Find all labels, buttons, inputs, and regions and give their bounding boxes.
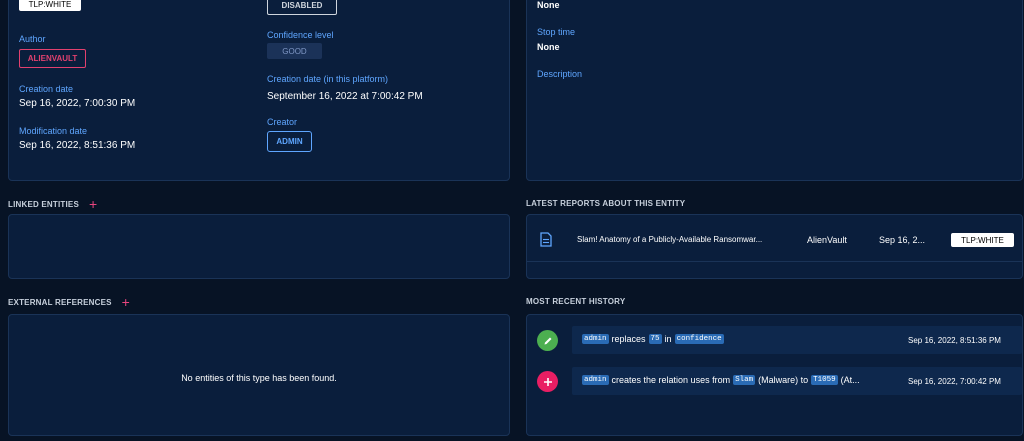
history-user: admin <box>582 375 609 385</box>
confidence-badge: GOOD <box>267 43 322 59</box>
history-field: confidence <box>674 334 724 344</box>
details-card: None Stop time None Description <box>526 0 1023 181</box>
history-item: admin creates the relation uses from Sla… <box>572 367 1022 395</box>
report-date: Sep 16, 2... <box>879 235 926 245</box>
history-date: Sep 16, 2022, 8:51:36 PM <box>908 336 1001 345</box>
report-author: AlienVault <box>807 235 847 245</box>
history-source: Slam <box>733 375 756 385</box>
stop-time-value: None <box>537 42 560 52</box>
add-external-reference-button[interactable]: + <box>122 295 130 309</box>
history-item: admin replaces 75 in confidence Sep 16, … <box>572 326 1022 354</box>
report-list-item[interactable]: Slam! Anatomy of a Publicly-Available Ra… <box>527 225 1024 255</box>
latest-reports-title: LATEST REPORTS ABOUT THIS ENTITY <box>526 199 686 208</box>
history-value: 75 <box>648 334 662 344</box>
pencil-icon <box>544 337 551 344</box>
external-references-panel: No entities of this type has been found. <box>8 314 510 436</box>
external-references-title: EXTERNAL REFERENCES + <box>8 294 131 310</box>
history-user: admin <box>582 334 609 344</box>
stop-time-label: Stop time <box>537 27 576 37</box>
author-chip[interactable]: ALIENVAULT <box>19 49 86 68</box>
linked-entities-panel <box>8 214 510 279</box>
plus-icon <box>543 377 552 386</box>
history-date: Sep 16, 2022, 7:00:42 PM <box>908 377 1001 386</box>
history-item-text: admin replaces 75 in confidence <box>582 334 724 344</box>
author-label: Author <box>19 34 46 44</box>
platform-creation-label: Creation date (in this platform) <box>267 74 389 84</box>
history-item-edit-marker <box>537 330 558 351</box>
confidence-label: Confidence level <box>267 30 334 40</box>
history-item-create-marker <box>537 371 558 392</box>
add-linked-entity-button[interactable]: + <box>89 197 97 211</box>
report-title: Slam! Anatomy of a Publicly-Available Ra… <box>577 235 763 244</box>
report-marking-badge: TLP:WHITE <box>951 233 1014 247</box>
history-target: T1059 <box>811 375 838 385</box>
status-badge: DISABLED <box>267 0 337 15</box>
description-label: Description <box>537 69 583 79</box>
recent-history-panel: admin replaces 75 in confidence Sep 16, … <box>526 314 1023 436</box>
empty-state-message: No entities of this type has been found. <box>181 373 337 383</box>
history-item-text: admin creates the relation uses from Sla… <box>582 375 860 385</box>
platform-creation-value: September 16, 2022 at 7:00:42 PM <box>267 91 423 102</box>
recent-history-title: MOST RECENT HISTORY <box>526 297 626 306</box>
report-divider <box>527 261 1022 262</box>
creation-date-value: Sep 16, 2022, 7:00:30 PM <box>19 98 136 109</box>
start-time-value: None <box>537 0 560 10</box>
overview-card: TLP:WHITE Author ALIENVAULT Creation dat… <box>8 0 510 181</box>
creator-label: Creator <box>267 117 298 127</box>
tlp-marking-badge: TLP:WHITE <box>19 0 81 11</box>
creator-chip[interactable]: ADMIN <box>267 131 312 152</box>
creation-date-label: Creation date <box>19 84 74 94</box>
document-icon <box>540 232 552 252</box>
modification-date-value: Sep 16, 2022, 8:51:36 PM <box>19 140 136 151</box>
linked-entities-title: LINKED ENTITIES + <box>8 196 98 212</box>
modification-date-label: Modification date <box>19 126 88 136</box>
latest-reports-panel: Slam! Anatomy of a Publicly-Available Ra… <box>526 214 1023 279</box>
